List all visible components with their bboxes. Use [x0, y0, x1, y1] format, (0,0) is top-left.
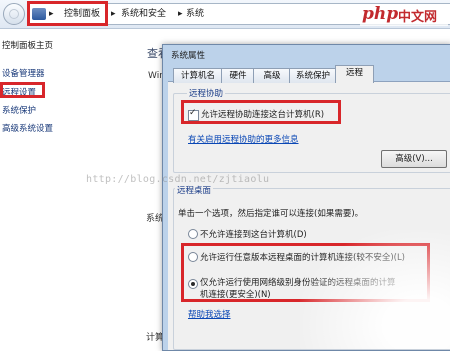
- logo-brand: php: [362, 4, 399, 24]
- logo-suffix: 中文网: [398, 10, 438, 25]
- highlight-box: [0, 82, 45, 98]
- remote-assistance-info-link[interactable]: 有关启用远程协助的更多信息: [188, 133, 299, 145]
- breadcrumb-item-system-security[interactable]: 系统和安全: [121, 4, 166, 24]
- advanced-button[interactable]: 高级(V)...: [381, 150, 447, 168]
- breadcrumb-item-system[interactable]: 系统: [186, 4, 204, 24]
- back-button[interactable]: [3, 3, 25, 25]
- tab-computer-name[interactable]: 计算机名: [173, 68, 223, 83]
- highlight-box: [181, 100, 341, 124]
- remote-desktop-instruction: 单击一个选项，然后指定谁可以连接(如果需要)。: [178, 209, 364, 219]
- nav-advanced-settings[interactable]: 高级系统设置: [2, 122, 53, 134]
- highlight-box: [27, 1, 108, 26]
- site-logo: php 中文网: [360, 4, 448, 26]
- left-nav-pane: 控制面板主页 设备管理器 远程设置 系统保护 高级系统设置: [0, 29, 143, 349]
- nav-device-manager[interactable]: 设备管理器: [2, 67, 45, 79]
- radio-disallow-connections[interactable]: [188, 229, 198, 239]
- corner-fade-overlay: [300, 230, 450, 349]
- radio-disallow-label[interactable]: 不允许连接到这台计算机(D): [200, 228, 307, 240]
- nav-system-protection[interactable]: 系统保护: [2, 104, 36, 116]
- tab-hardware[interactable]: 硬件: [221, 68, 255, 83]
- dialog-title: 系统属性: [171, 51, 206, 61]
- tab-advanced[interactable]: 高级: [253, 68, 291, 83]
- help-me-choose-link[interactable]: 帮助我选择: [188, 308, 231, 320]
- breadcrumb-separator-icon[interactable]: ▸: [178, 4, 183, 24]
- watermark-text: http://blog.csdn.net/zjtiaolu: [86, 174, 270, 185]
- tab-remote[interactable]: 远程: [335, 65, 374, 83]
- remote-desktop-label: 远程桌面: [175, 184, 214, 196]
- tab-system-protection[interactable]: 系统保护: [289, 68, 337, 83]
- nav-control-panel-home[interactable]: 控制面板主页: [2, 39, 53, 51]
- breadcrumb-separator-icon[interactable]: ▸: [111, 4, 116, 24]
- remote-assistance-label: 远程协助: [187, 87, 226, 99]
